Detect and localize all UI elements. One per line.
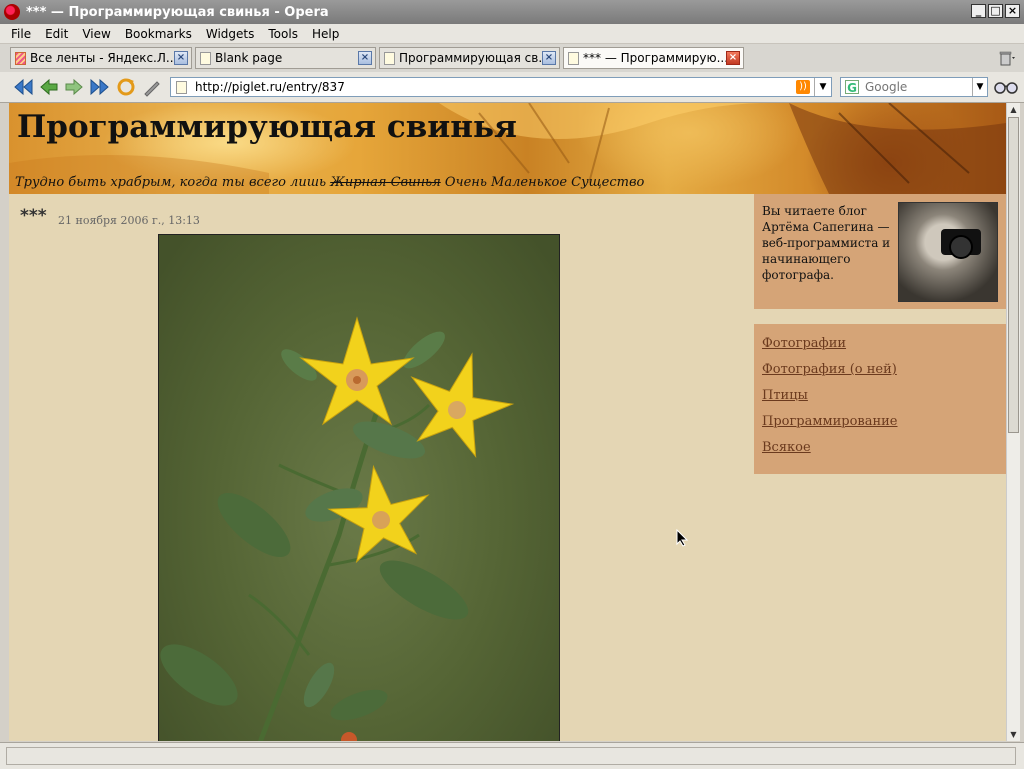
tab-label: Программирующая св...	[399, 51, 542, 65]
scrollbar-thumb[interactable]	[1008, 117, 1019, 433]
rss-feed-icon[interactable]: ))	[796, 80, 810, 94]
web-page: Программирующая свинья Трудно быть храбр…	[9, 103, 1006, 741]
minimize-icon[interactable]: _	[971, 4, 986, 18]
tab-label: Все ленты - Яндекс.Л...	[30, 51, 174, 65]
menu-edit[interactable]: Edit	[38, 27, 75, 41]
window-title: *** — Программирующая свинья - Opera	[26, 4, 329, 20]
status-field	[6, 747, 1016, 765]
forward-arrow-icon[interactable]	[63, 77, 85, 97]
page-icon	[568, 51, 579, 65]
flower-1	[299, 316, 415, 426]
search-box[interactable]: G ▼	[840, 77, 988, 97]
about-box: Вы читаете блог Артёма Сапегина — веб-пр…	[754, 194, 1006, 309]
blog-title[interactable]: Программирующая свинья	[17, 109, 517, 145]
post-title[interactable]: ***	[20, 206, 47, 226]
post-date: 21 ноября 2006 г., 13:13	[58, 214, 200, 227]
author-avatar[interactable]	[898, 202, 998, 302]
menu-view[interactable]: View	[75, 27, 117, 41]
google-icon: G	[845, 80, 859, 95]
tab-bar: Все ленты - Яндекс.Л... × Blank page × П…	[0, 44, 1024, 73]
camera-lens-icon	[949, 235, 973, 259]
reload-icon[interactable]	[115, 77, 137, 97]
category-links: Фотографии Фотография (о ней) Птицы Прог…	[754, 324, 1006, 474]
rewind-icon[interactable]	[12, 77, 34, 97]
address-url[interactable]: http://piglet.ru/entry/837	[195, 80, 796, 94]
rss-feed-icon	[15, 51, 26, 65]
page-icon	[176, 80, 187, 94]
tab-close-icon[interactable]: ×	[358, 51, 372, 65]
fast-forward-icon[interactable]	[89, 77, 111, 97]
opera-logo-icon	[4, 4, 20, 20]
trash-can-icon[interactable]	[998, 50, 1016, 66]
yellow-flower-image	[160, 316, 515, 741]
tab-current-entry[interactable]: *** — Программирую... ×	[563, 47, 744, 69]
tab-close-icon[interactable]: ×	[542, 51, 556, 65]
tab-blank-page[interactable]: Blank page ×	[195, 47, 376, 69]
scroll-down-icon[interactable]: ▼	[1007, 728, 1020, 741]
tab-label: *** — Программирую...	[583, 51, 726, 65]
maximize-icon[interactable]: □	[988, 4, 1003, 18]
glasses-icon[interactable]	[994, 80, 1018, 94]
blog-tagline: Трудно быть храбрым, когда ты всего лишь…	[15, 175, 644, 190]
window-title-bar[interactable]: *** — Программирующая свинья - Opera _ □…	[0, 0, 1024, 24]
tab-close-icon[interactable]: ×	[174, 51, 188, 65]
tagline-struck: Жирная Свинья	[330, 175, 441, 190]
vertical-scrollbar[interactable]: ▲ ▼	[1006, 103, 1020, 741]
tagline-start: Трудно быть храбрым, когда ты всего лишь	[15, 175, 331, 190]
address-bar[interactable]: http://piglet.ru/entry/837 )) ▼	[170, 77, 832, 97]
mouse-cursor-icon	[676, 529, 688, 547]
about-text: Вы читаете блог Артёма Сапегина — веб-пр…	[762, 204, 891, 282]
status-bar	[0, 742, 1024, 769]
menu-bookmarks[interactable]: Bookmarks	[118, 27, 199, 41]
link-birds[interactable]: Птицы	[762, 388, 808, 403]
tab-yandex-feeds[interactable]: Все ленты - Яндекс.Л... ×	[10, 47, 192, 69]
close-icon[interactable]: ×	[1005, 4, 1020, 18]
menu-widgets[interactable]: Widgets	[199, 27, 262, 41]
menu-help[interactable]: Help	[305, 27, 346, 41]
search-input[interactable]	[863, 79, 972, 95]
blog-header: Программирующая свинья Трудно быть храбр…	[9, 103, 1006, 194]
page-icon	[384, 51, 395, 65]
menu-file[interactable]: File	[4, 27, 38, 41]
chevron-down-icon[interactable]: ▼	[972, 78, 987, 96]
menu-bar: File Edit View Bookmarks Widgets Tools H…	[0, 24, 1024, 44]
tagline-end: Очень Маленькое Существо	[440, 175, 645, 190]
tab-label: Blank page	[215, 51, 283, 65]
back-arrow-icon[interactable]	[38, 77, 60, 97]
navigation-bar: http://piglet.ru/entry/837 )) ▼ G ▼	[0, 72, 1024, 103]
link-programming[interactable]: Программирование	[762, 414, 898, 429]
edit-pen-icon[interactable]	[141, 77, 163, 97]
post-photo[interactable]	[158, 234, 560, 741]
menu-tools[interactable]: Tools	[261, 27, 305, 41]
link-misc[interactable]: Всякое	[762, 440, 811, 455]
flower-3	[327, 464, 430, 564]
link-about-photography[interactable]: Фотография (о ней)	[762, 362, 897, 377]
scroll-up-icon[interactable]: ▲	[1007, 103, 1020, 116]
page-icon	[200, 51, 211, 65]
tab-blog-home[interactable]: Программирующая св... ×	[379, 47, 560, 69]
link-photos[interactable]: Фотографии	[762, 336, 846, 351]
tab-close-icon[interactable]: ×	[726, 51, 740, 65]
chevron-down-icon[interactable]: ▼	[814, 78, 831, 96]
